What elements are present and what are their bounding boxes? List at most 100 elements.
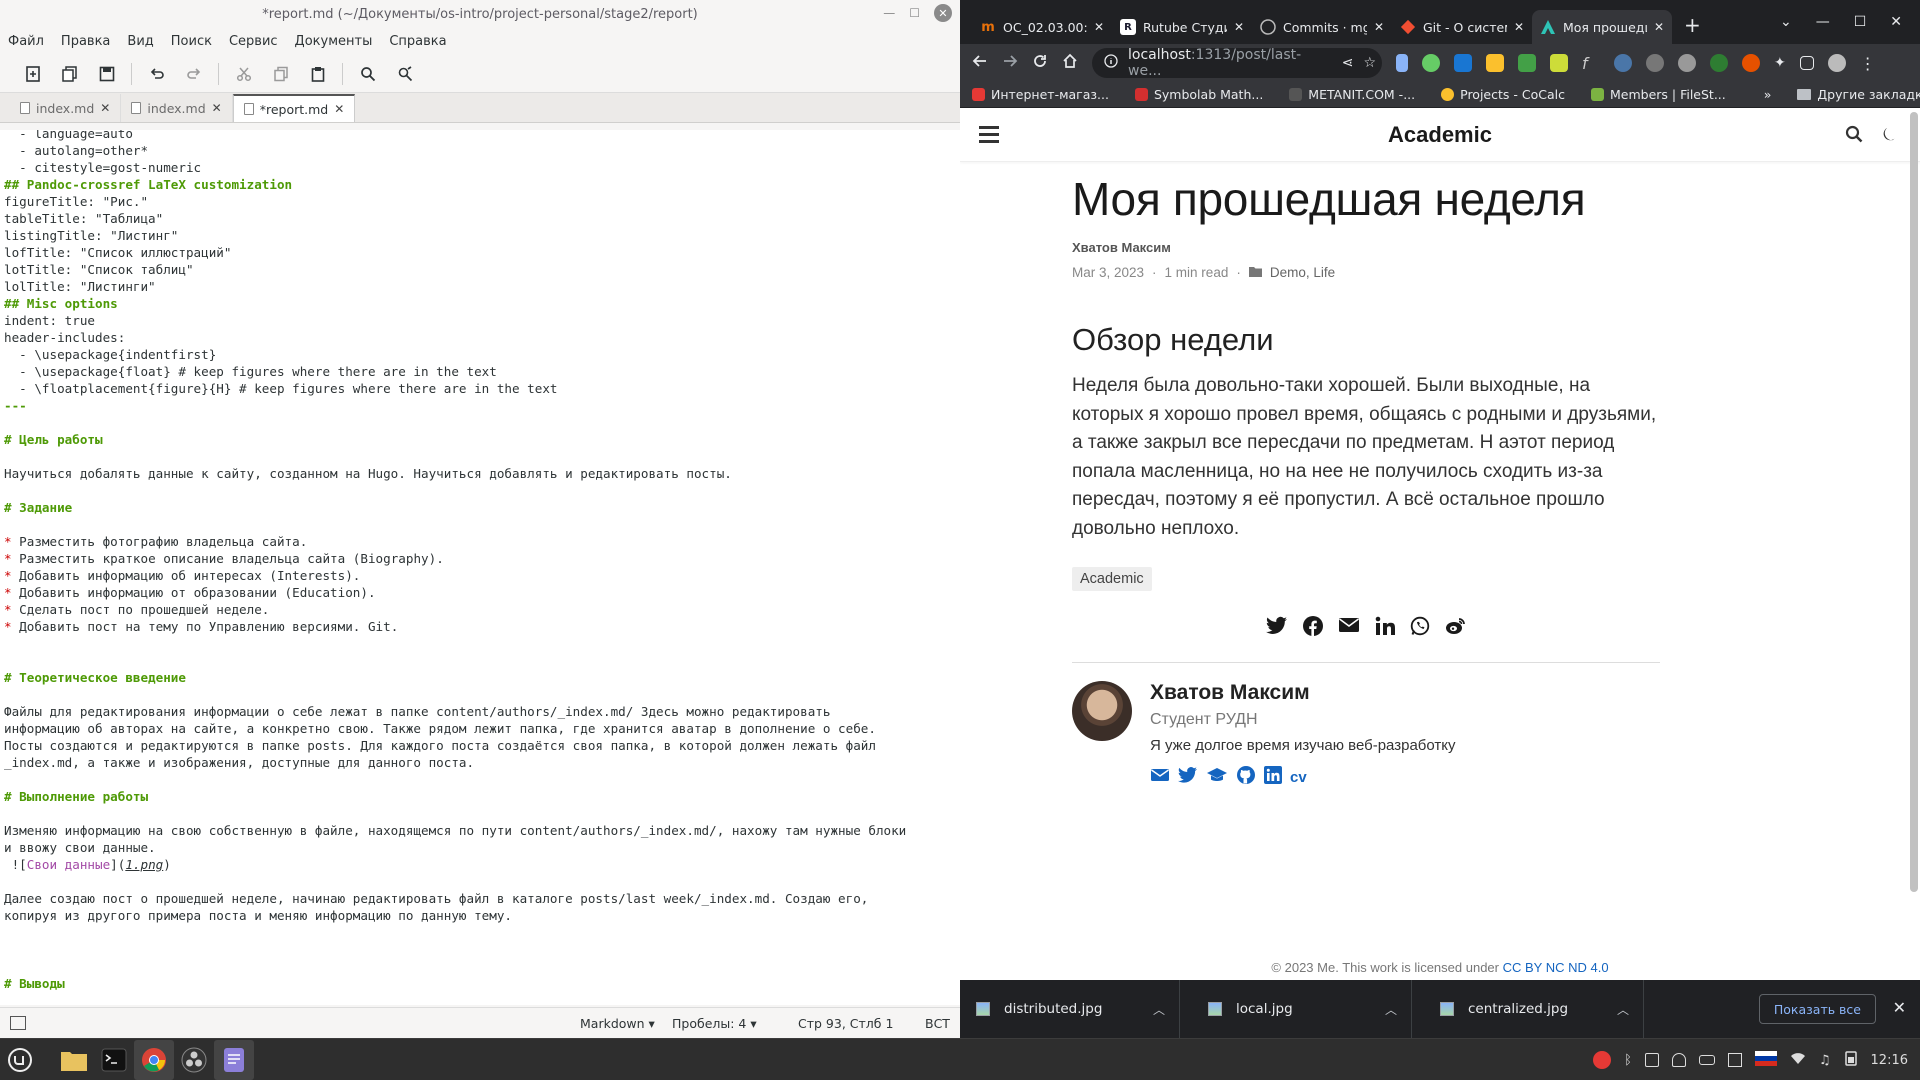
new-tab-icon[interactable]: + bbox=[1684, 13, 1701, 37]
mint-menu-icon[interactable] bbox=[0, 1040, 40, 1080]
extension-green-icon[interactable] bbox=[1710, 54, 1728, 72]
close-icon[interactable]: ✕ bbox=[1234, 20, 1244, 34]
file-manager-icon[interactable] bbox=[54, 1040, 94, 1080]
wifi-icon[interactable] bbox=[1790, 1051, 1806, 1069]
extension-fire-icon[interactable] bbox=[1742, 54, 1760, 72]
back-icon[interactable] bbox=[972, 53, 988, 73]
save-icon[interactable] bbox=[88, 59, 125, 89]
graduation-cap-icon[interactable] bbox=[1206, 766, 1228, 789]
tab-index-md-2[interactable]: index.md ✕ bbox=[121, 94, 233, 122]
network-icon[interactable] bbox=[1727, 1053, 1742, 1067]
tab-width-selector[interactable]: Пробелы: 4 ▾ bbox=[672, 1016, 757, 1031]
extension-shield-icon[interactable] bbox=[1518, 54, 1536, 72]
twitter-icon[interactable] bbox=[1265, 616, 1288, 641]
bluetooth-icon[interactable]: ᛒ bbox=[1624, 1053, 1632, 1068]
browser-tab[interactable]: R Rutube Студи ✕ bbox=[1112, 10, 1252, 44]
reload-icon[interactable] bbox=[1032, 53, 1048, 73]
text-editor-icon[interactable] bbox=[214, 1039, 254, 1080]
terminal-icon[interactable] bbox=[94, 1040, 134, 1080]
bookmarks-overflow[interactable]: » bbox=[1764, 87, 1772, 102]
page-scrollbar[interactable] bbox=[1910, 112, 1918, 892]
copy-icon[interactable] bbox=[262, 59, 299, 89]
twitter-icon[interactable] bbox=[1178, 766, 1198, 789]
download-item[interactable]: local.jpg ︿ bbox=[1192, 980, 1412, 1038]
extension-translate-icon[interactable] bbox=[1550, 54, 1568, 72]
license-link[interactable]: CC BY NC ND 4.0 bbox=[1503, 960, 1609, 975]
close-icon[interactable]: ✕ bbox=[1654, 20, 1664, 34]
article-categories[interactable]: Demo, Life bbox=[1270, 265, 1335, 280]
redo-icon[interactable] bbox=[175, 59, 212, 89]
language-selector[interactable]: Markdown ▾ bbox=[580, 1016, 655, 1031]
open-document-icon[interactable] bbox=[51, 59, 88, 89]
address-bar[interactable]: localhost:1313/post/last-we... ⋖ ☆ bbox=[1092, 47, 1382, 79]
obs-tray-icon[interactable] bbox=[1593, 1051, 1612, 1069]
bookmark-item[interactable]: Projects - CoCalc bbox=[1441, 87, 1565, 102]
bookmark-item[interactable]: Symbolab Math... bbox=[1134, 87, 1263, 102]
browser-tab[interactable]: Git - О систем ✕ bbox=[1392, 10, 1532, 44]
clipboard-icon[interactable] bbox=[1644, 1053, 1659, 1067]
extension-circle-icon[interactable] bbox=[1646, 54, 1664, 72]
article-author[interactable]: Хватов Максим bbox=[1072, 240, 1660, 255]
extension-bitwarden-icon[interactable] bbox=[1678, 54, 1696, 72]
close-icon[interactable]: ✕ bbox=[1094, 20, 1104, 34]
close-icon[interactable]: ✕ bbox=[1514, 20, 1524, 34]
drive-icon[interactable] bbox=[1698, 1055, 1715, 1065]
share-icon[interactable]: ⋖ bbox=[1342, 55, 1354, 71]
close-icon[interactable]: ✕ bbox=[1890, 14, 1902, 30]
info-icon[interactable] bbox=[1104, 54, 1118, 72]
chrome-icon[interactable] bbox=[134, 1039, 174, 1080]
side-panel-icon[interactable] bbox=[10, 1016, 26, 1030]
forward-icon[interactable] bbox=[1002, 53, 1018, 73]
close-icon[interactable]: ✕ bbox=[212, 101, 222, 115]
tab-index-md-1[interactable]: index.md ✕ bbox=[10, 94, 122, 122]
undo-icon[interactable] bbox=[138, 59, 175, 89]
menu-edit[interactable]: Правка bbox=[61, 34, 110, 49]
search-icon[interactable] bbox=[349, 59, 386, 89]
clock[interactable]: 12:16 bbox=[1871, 1053, 1908, 1068]
dark-mode-moon-icon[interactable] bbox=[1880, 125, 1898, 147]
menu-view[interactable]: Вид bbox=[127, 34, 153, 49]
linkedin-icon[interactable] bbox=[1375, 616, 1395, 641]
new-document-icon[interactable] bbox=[14, 59, 51, 89]
home-icon[interactable] bbox=[1062, 53, 1078, 73]
extension-vk-icon[interactable] bbox=[1614, 54, 1632, 72]
menu-kebab-icon[interactable]: ⋮ bbox=[1860, 54, 1876, 73]
github-icon[interactable] bbox=[1236, 765, 1256, 790]
author-avatar[interactable] bbox=[1072, 681, 1132, 741]
maximize-icon[interactable]: ☐ bbox=[1854, 14, 1867, 30]
menu-help[interactable]: Справка bbox=[389, 34, 446, 49]
battery-icon[interactable] bbox=[1844, 1050, 1858, 1070]
email-icon[interactable] bbox=[1338, 616, 1360, 641]
email-icon[interactable] bbox=[1150, 767, 1170, 788]
search-icon[interactable] bbox=[1845, 125, 1863, 147]
gedit-titlebar[interactable]: *report.md (~/Документы/os-intro/project… bbox=[0, 0, 960, 28]
menu-search[interactable]: Поиск bbox=[171, 34, 212, 49]
minimize-icon[interactable]: — bbox=[883, 6, 895, 20]
menu-file[interactable]: Файл bbox=[8, 34, 44, 49]
download-item[interactable]: distributed.jpg ︿ bbox=[960, 980, 1180, 1038]
extensions-puzzle-icon[interactable]: ✦ bbox=[1774, 55, 1786, 71]
close-icon[interactable]: ✕ bbox=[1374, 20, 1384, 34]
browser-tab[interactable]: m ОС_02.03.00:5 ✕ bbox=[972, 10, 1112, 44]
facebook-icon[interactable] bbox=[1302, 616, 1323, 641]
extension-24-icon[interactable] bbox=[1454, 54, 1472, 72]
tag-badge[interactable]: Academic bbox=[1072, 567, 1152, 591]
close-icon[interactable]: ✕ bbox=[934, 4, 952, 22]
tab-report-md[interactable]: *report.md ✕ bbox=[232, 94, 356, 122]
download-item[interactable]: centralized.jpg ︿ bbox=[1424, 980, 1644, 1038]
obs-icon[interactable] bbox=[174, 1040, 214, 1080]
extension-formula-icon[interactable]: f bbox=[1582, 54, 1600, 73]
browser-tab[interactable]: Commits · mg ✕ bbox=[1252, 10, 1392, 44]
cut-icon[interactable] bbox=[225, 59, 262, 89]
russian-flag-icon[interactable] bbox=[1754, 1050, 1777, 1070]
close-icon[interactable]: ✕ bbox=[1893, 998, 1906, 1017]
shield-icon[interactable] bbox=[1671, 1053, 1686, 1067]
menu-tools[interactable]: Сервис bbox=[229, 34, 278, 49]
cv-link[interactable]: cv bbox=[1290, 769, 1307, 786]
linkedin-icon[interactable] bbox=[1264, 766, 1282, 789]
chevron-up-icon[interactable]: ︿ bbox=[1617, 1001, 1629, 1018]
profile-avatar[interactable] bbox=[1827, 54, 1846, 72]
other-bookmarks[interactable]: Другие закладки bbox=[1797, 87, 1920, 102]
weibo-icon[interactable] bbox=[1445, 616, 1467, 641]
search-replace-icon[interactable] bbox=[386, 59, 423, 89]
